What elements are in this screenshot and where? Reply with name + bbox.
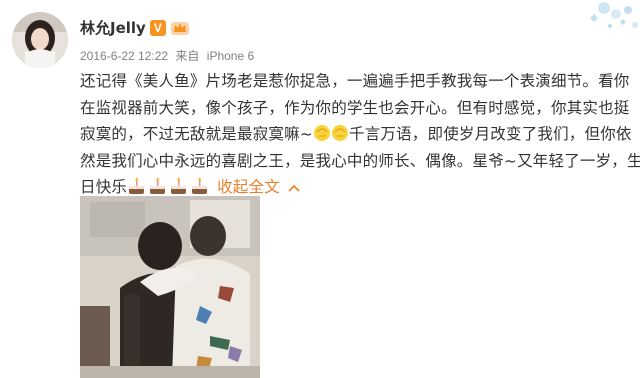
wave-hands-emoji bbox=[314, 125, 348, 141]
post-source[interactable]: iPhone 6 bbox=[207, 49, 254, 63]
post-source-prefix: 来自 bbox=[175, 49, 200, 63]
content-line-5a: 日快乐 bbox=[80, 178, 128, 196]
member-crown-icon[interactable] bbox=[170, 20, 190, 36]
decorative-corner bbox=[530, 0, 640, 40]
cake-emoji bbox=[171, 177, 187, 194]
avatar[interactable] bbox=[12, 12, 68, 68]
cake-emoji bbox=[192, 177, 208, 194]
content-line-3: 寂寞的，不过无敌就是最寂寞嘛~ 千言万语，即使岁月改变了我们，但你依 bbox=[80, 121, 636, 148]
content-line-3a: 寂寞的，不过无敌就是最寂寞嘛~ bbox=[80, 125, 313, 143]
cake-emoji bbox=[150, 177, 166, 194]
username-row: 林允Jelly V bbox=[80, 17, 190, 38]
post-content: 还记得《美人鱼》片场老是惹你捉急，一遍遍手把手教我每一个表演细节。看你 在监视器… bbox=[80, 68, 640, 201]
chevron-up-icon[interactable] bbox=[288, 184, 300, 192]
content-line-3b: 千言万语，即使岁月改变了我们，但你依 bbox=[349, 125, 632, 143]
content-line-2: 在监视器前大笑，像个孩子，作为你的学生也会开心。但有时感觉，你其实也挺 bbox=[80, 98, 630, 117]
content-line-1: 还记得《美人鱼》片场老是惹你捉急，一遍遍手把手教我每一个表演细节。看你 bbox=[80, 72, 630, 90]
post-meta: 2016-6-22 12:22 来自 iPhone 6 bbox=[80, 47, 258, 64]
post-photo[interactable] bbox=[80, 196, 260, 378]
cake-emoji bbox=[129, 177, 145, 194]
post-timestamp[interactable]: 2016-6-22 12:22 bbox=[80, 49, 168, 63]
username[interactable]: 林允Jelly bbox=[80, 17, 146, 38]
content-line-4: 然是我们心中永远的喜剧之王，是我心中的师长、偶像。星爷~又年轻了一岁，生 bbox=[80, 151, 640, 170]
verified-badge-icon: V bbox=[149, 19, 166, 36]
collapse-text-link[interactable]: 收起全文 bbox=[217, 178, 280, 196]
